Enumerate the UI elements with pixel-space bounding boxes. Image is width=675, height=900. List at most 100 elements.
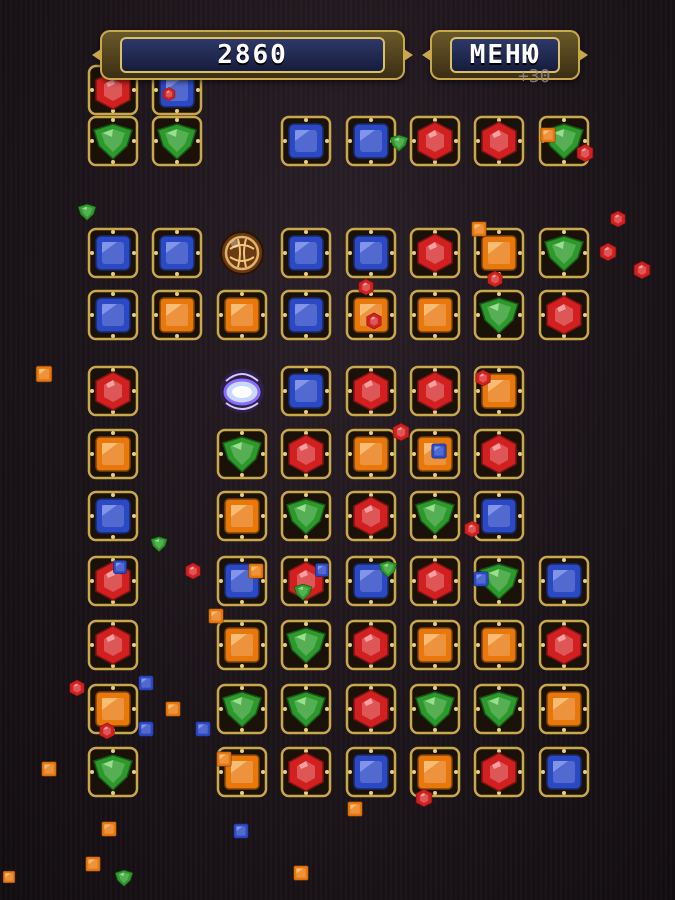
red-gem-fragment bbox=[484, 268, 506, 290]
red-gem-fragment bbox=[472, 367, 494, 389]
orange-gem-fragment bbox=[245, 560, 267, 582]
blue-gem-fragment bbox=[192, 718, 214, 740]
red-gem[interactable] bbox=[409, 115, 461, 167]
red-gem[interactable] bbox=[538, 619, 590, 671]
red-gem[interactable] bbox=[345, 619, 397, 671]
blue-gem-fragment bbox=[135, 718, 157, 740]
red-gem[interactable] bbox=[345, 683, 397, 735]
red-gem[interactable] bbox=[345, 365, 397, 417]
blue-gem-fragment bbox=[312, 560, 332, 580]
orange-gem-fragment bbox=[98, 818, 120, 840]
vortex-icon[interactable] bbox=[216, 365, 268, 417]
green-gem-fragment bbox=[291, 580, 315, 604]
green-gem[interactable] bbox=[280, 619, 332, 671]
green-gem-fragment bbox=[387, 131, 411, 155]
orange-gem[interactable] bbox=[151, 289, 203, 341]
red-gem-fragment bbox=[363, 310, 385, 332]
red-gem-fragment bbox=[607, 208, 629, 230]
orange-gem-fragment bbox=[205, 605, 227, 627]
red-gem-fragment bbox=[461, 518, 483, 540]
blue-gem[interactable] bbox=[151, 227, 203, 279]
green-gem-fragment bbox=[75, 200, 99, 224]
red-gem-fragment bbox=[96, 720, 118, 742]
blue-gem[interactable] bbox=[538, 746, 590, 798]
green-gem[interactable] bbox=[409, 490, 461, 542]
game-board[interactable] bbox=[0, 0, 675, 900]
red-gem[interactable] bbox=[345, 490, 397, 542]
red-gem[interactable] bbox=[538, 289, 590, 341]
blue-gem[interactable] bbox=[87, 490, 139, 542]
score-panel: 2860 bbox=[92, 30, 413, 80]
green-gem-fragment bbox=[148, 533, 170, 555]
red-gem-fragment bbox=[389, 420, 413, 444]
green-gem[interactable] bbox=[473, 289, 525, 341]
blue-gem[interactable] bbox=[280, 227, 332, 279]
blue-gem[interactable] bbox=[280, 365, 332, 417]
green-gem[interactable] bbox=[538, 227, 590, 279]
green-gem-fragment bbox=[376, 557, 400, 581]
red-gem[interactable] bbox=[473, 746, 525, 798]
green-gem[interactable] bbox=[87, 746, 139, 798]
orange-gem-fragment bbox=[0, 868, 18, 886]
orange-gem-fragment bbox=[213, 748, 235, 770]
menu-label: МЕНЮ bbox=[469, 40, 541, 70]
red-gem[interactable] bbox=[473, 115, 525, 167]
red-gem[interactable] bbox=[280, 746, 332, 798]
right-ornament-icon bbox=[404, 49, 413, 61]
score-popup: +30 bbox=[518, 66, 551, 87]
green-gem[interactable] bbox=[216, 683, 268, 735]
orange-gem[interactable] bbox=[473, 619, 525, 671]
red-gem-fragment bbox=[160, 85, 178, 103]
orange-gem[interactable] bbox=[216, 289, 268, 341]
green-gem[interactable] bbox=[151, 115, 203, 167]
orange-gem-fragment bbox=[537, 124, 559, 146]
blue-gem[interactable] bbox=[538, 555, 590, 607]
orange-gem-fragment bbox=[32, 362, 56, 386]
orange-gem-fragment bbox=[290, 862, 312, 884]
orange-gem[interactable] bbox=[87, 428, 139, 480]
menu-button[interactable]: МЕНЮ bbox=[422, 30, 588, 80]
orange-gem-fragment bbox=[162, 698, 184, 720]
orange-gem-fragment bbox=[468, 218, 490, 240]
right-ornament-icon bbox=[579, 49, 588, 61]
red-gem-fragment bbox=[182, 560, 204, 582]
orange-gem-fragment bbox=[38, 758, 60, 780]
blue-gem-fragment bbox=[110, 557, 130, 577]
green-gem[interactable] bbox=[280, 683, 332, 735]
orange-gem[interactable] bbox=[409, 619, 461, 671]
blue-gem-fragment bbox=[135, 672, 157, 694]
blue-gem-fragment bbox=[470, 568, 492, 590]
red-gem[interactable] bbox=[409, 227, 461, 279]
blue-gem[interactable] bbox=[345, 227, 397, 279]
red-gem-fragment bbox=[355, 276, 377, 298]
red-gem[interactable] bbox=[280, 428, 332, 480]
red-gem[interactable] bbox=[473, 428, 525, 480]
blue-gem[interactable] bbox=[87, 227, 139, 279]
red-gem[interactable] bbox=[87, 619, 139, 671]
orange-gem[interactable] bbox=[538, 683, 590, 735]
green-gem[interactable] bbox=[473, 683, 525, 735]
green-gem[interactable] bbox=[216, 428, 268, 480]
green-gem[interactable] bbox=[409, 683, 461, 735]
red-gem-fragment bbox=[412, 786, 436, 810]
blue-gem-fragment bbox=[428, 440, 450, 462]
red-gem-fragment bbox=[66, 677, 88, 699]
red-gem[interactable] bbox=[87, 365, 139, 417]
blue-gem[interactable] bbox=[87, 289, 139, 341]
orange-gem[interactable] bbox=[216, 490, 268, 542]
red-gem-fragment bbox=[630, 258, 654, 282]
orange-gem[interactable] bbox=[409, 289, 461, 341]
green-gem[interactable] bbox=[87, 115, 139, 167]
orange-gem-fragment bbox=[344, 798, 366, 820]
red-gem-fragment bbox=[596, 240, 620, 264]
red-gem-fragment bbox=[573, 141, 597, 165]
bomb-icon[interactable] bbox=[216, 227, 268, 279]
blue-gem[interactable] bbox=[280, 289, 332, 341]
score-value: 2860 bbox=[217, 40, 288, 70]
green-gem-fragment bbox=[112, 866, 136, 890]
blue-gem[interactable] bbox=[280, 115, 332, 167]
red-gem[interactable] bbox=[409, 555, 461, 607]
blue-gem[interactable] bbox=[345, 746, 397, 798]
red-gem[interactable] bbox=[409, 365, 461, 417]
green-gem[interactable] bbox=[280, 490, 332, 542]
